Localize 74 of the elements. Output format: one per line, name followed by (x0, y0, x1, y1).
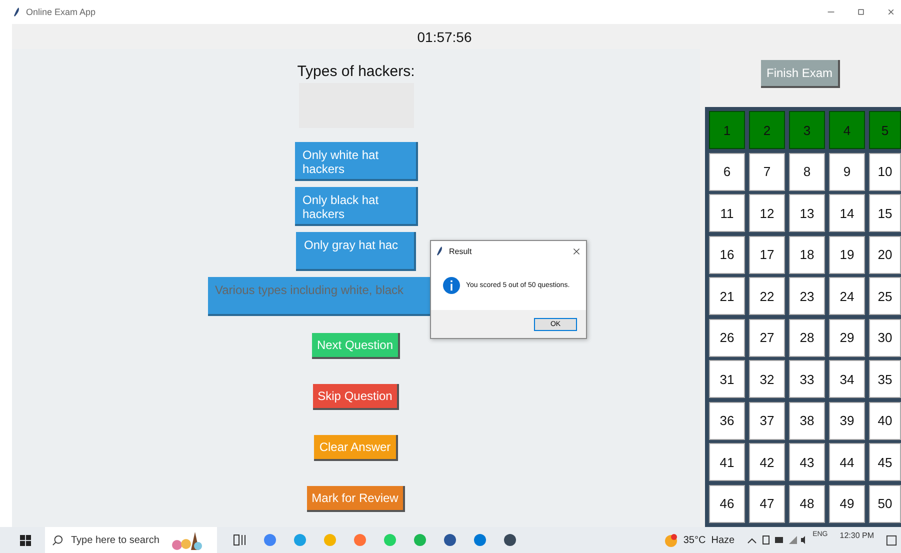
question-number-button[interactable]: 41 (709, 443, 745, 481)
question-number-button[interactable]: 8 (789, 152, 825, 190)
window-title: Online Exam App (26, 7, 96, 17)
question-number-button[interactable]: 38 (789, 402, 825, 440)
question-number-button[interactable]: 13 (789, 194, 825, 232)
question-number-button[interactable]: 24 (829, 277, 865, 315)
question-number-button[interactable]: 21 (709, 277, 745, 315)
info-icon (443, 277, 460, 294)
action-button[interactable]: Skip Question (312, 384, 400, 410)
question-number-button[interactable]: 27 (749, 318, 785, 356)
question-number-button[interactable]: 23 (789, 277, 825, 315)
maximize-icon[interactable] (857, 8, 865, 16)
question-number-button[interactable]: 7 (749, 152, 785, 190)
question-number-button[interactable]: 32 (749, 360, 785, 398)
question-number-button[interactable]: 25 (869, 277, 901, 315)
question-number-button[interactable]: 19 (829, 236, 865, 274)
question-number-button[interactable]: 5 (869, 111, 901, 149)
question-number-button[interactable]: 36 (709, 402, 745, 440)
question-number-button[interactable]: 1 (709, 111, 745, 149)
question-number-button[interactable]: 11 (709, 194, 745, 232)
question-number-button[interactable]: 26 (709, 318, 745, 356)
app-icon[interactable] (503, 533, 517, 547)
question-text: Types of hackers: (297, 63, 415, 80)
task-view-icon[interactable] (233, 533, 247, 547)
question-number-button[interactable]: 12 (749, 194, 785, 232)
question-number-button[interactable]: 42 (749, 443, 785, 481)
decoration-drawing (169, 530, 204, 550)
question-number-button[interactable]: 2 (749, 111, 785, 149)
question-number-button[interactable]: 20 (869, 236, 901, 274)
question-number-button[interactable]: 33 (789, 360, 825, 398)
close-icon[interactable] (573, 248, 580, 254)
dialog-title: Result (449, 246, 472, 256)
question-number-button[interactable]: 15 (869, 194, 901, 232)
question-number-button[interactable]: 6 (709, 152, 745, 190)
question-number-button[interactable]: 44 (829, 443, 865, 481)
question-number-button[interactable]: 43 (789, 443, 825, 481)
question-number-button[interactable]: 17 (749, 236, 785, 274)
question-number-button[interactable]: 45 (869, 443, 901, 481)
question-number-button[interactable]: 40 (869, 402, 901, 440)
question-number-button[interactable]: 14 (829, 194, 865, 232)
notification-icon[interactable] (886, 534, 897, 546)
windows-start-icon[interactable] (20, 534, 31, 546)
timer: 01:57:56 (417, 28, 472, 44)
question-number-button[interactable]: 16 (709, 236, 745, 274)
weather-icon (664, 533, 678, 547)
question-number-button[interactable]: 9 (829, 152, 865, 190)
feather-icon (14, 7, 20, 17)
clock-time[interactable]: 12:30 PM (840, 531, 874, 540)
tray-icons-drawing[interactable] (746, 534, 807, 546)
question-number-button[interactable]: 37 (749, 402, 785, 440)
question-number-button[interactable]: 31 (709, 360, 745, 398)
question-number-button[interactable]: 10 (869, 152, 901, 190)
question-number-button[interactable]: 46 (709, 484, 745, 522)
question-number-button[interactable]: 30 (869, 318, 901, 356)
question-number-button[interactable]: 3 (789, 111, 825, 149)
question-number-button[interactable]: 47 (749, 484, 785, 522)
close-icon[interactable] (887, 8, 895, 16)
app-icon[interactable] (473, 533, 487, 547)
question-number-button[interactable]: 49 (829, 484, 865, 522)
weather-text: 35°C Haze (683, 534, 735, 546)
question-number-button[interactable]: 48 (789, 484, 825, 522)
question-number-button[interactable]: 4 (829, 111, 865, 149)
question-number-button[interactable]: 35 (869, 360, 901, 398)
question-number-button[interactable]: 22 (749, 277, 785, 315)
question-number-button[interactable]: 18 (789, 236, 825, 274)
taskbar-search-field[interactable]: Type here to search (45, 527, 217, 553)
search-icon (52, 534, 63, 546)
question-number-button[interactable]: 34 (829, 360, 865, 398)
question-number-button[interactable]: 50 (869, 484, 901, 522)
app-icon[interactable] (443, 533, 457, 547)
question-number-button[interactable]: 39 (829, 402, 865, 440)
question-number-button[interactable]: 29 (829, 318, 865, 356)
feather-icon (437, 246, 443, 256)
question-number-button[interactable]: 28 (789, 318, 825, 356)
